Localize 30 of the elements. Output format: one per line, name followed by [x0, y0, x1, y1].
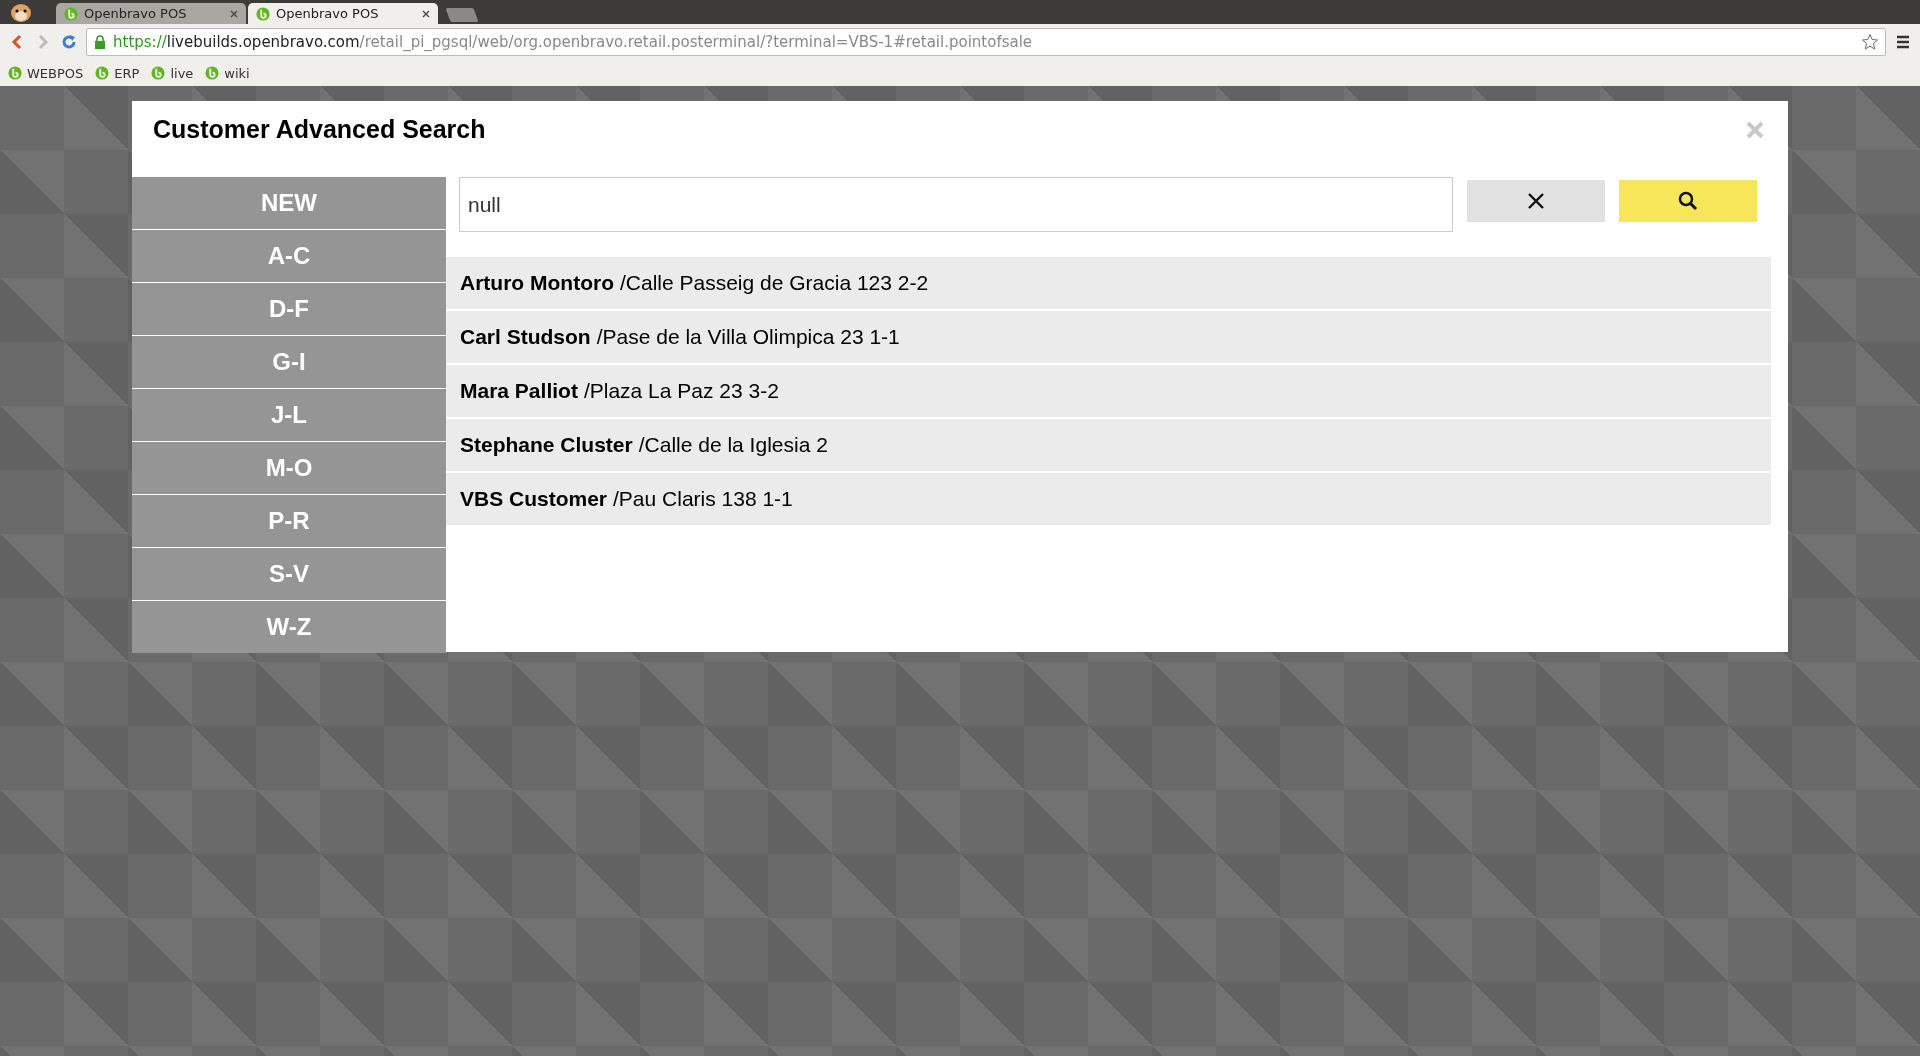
dialog-title: Customer Advanced Search — [153, 115, 486, 144]
search-button[interactable] — [1619, 180, 1757, 222]
mascot-icon — [8, 1, 34, 23]
close-icon[interactable] — [230, 9, 238, 18]
new-tab-button[interactable] — [445, 8, 479, 22]
customer-row[interactable]: Stephane Cluster /Calle de la Iglesia 2 — [446, 419, 1771, 471]
star-icon[interactable] — [1861, 33, 1879, 51]
logo-icon — [151, 66, 166, 80]
logo-icon — [256, 6, 270, 21]
bookmark[interactable]: wiki — [205, 65, 250, 81]
close-icon[interactable] — [422, 9, 430, 18]
logo-icon — [205, 66, 220, 80]
search-field[interactable]: null — [459, 177, 1453, 232]
logo-icon — [8, 66, 22, 80]
reload-icon[interactable] — [60, 33, 78, 51]
bookmark[interactable]: ERP — [95, 65, 140, 81]
logo-icon — [64, 6, 78, 21]
lock-icon — [93, 35, 107, 49]
browser-tab[interactable]: Openbravo POS — [56, 3, 246, 24]
search-icon — [1677, 190, 1699, 212]
bookmark[interactable]: live — [151, 65, 194, 81]
customer-row[interactable]: Arturo Montoro /Calle Passeig de Gracia 123 2-2 — [446, 257, 1771, 309]
customer-row[interactable]: VBS Customer /Pau Claris 138 1-1 — [446, 473, 1771, 525]
browser-tab[interactable]: Openbravo POS — [248, 3, 438, 24]
menu-icon[interactable] — [1894, 33, 1912, 51]
bookmark[interactable]: WEBPOS — [8, 65, 84, 81]
customer-row[interactable]: Mara Palliot /Plaza La Paz 23 3-2 — [446, 365, 1771, 417]
logo-icon — [95, 66, 110, 80]
customer-row[interactable]: Carl Studson /Pase de la Villa Olimpica 23 1-1 — [446, 311, 1771, 363]
address-field[interactable]: https://livebuilds.openbravo.com/retail_pi_pgsql/web/org.openbravo.retail.posterminal/?terminal=VBS-1#retail.pointofsale — [86, 28, 1886, 56]
